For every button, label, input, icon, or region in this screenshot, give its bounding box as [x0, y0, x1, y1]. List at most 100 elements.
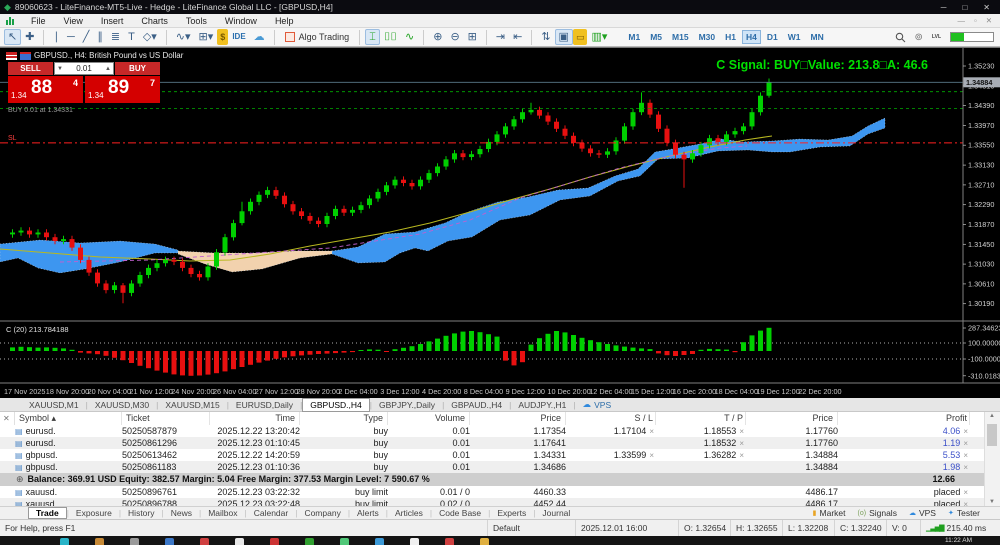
chart-tab-gbpusd-h4[interactable]: GBPUSD.,H4	[302, 398, 370, 412]
remove-icon[interactable]: ×	[963, 463, 968, 472]
chart-menu-icon[interactable]	[6, 52, 17, 60]
channel-icon[interactable]: ∥	[93, 29, 107, 45]
column-header-sl[interactable]: S / L	[566, 412, 656, 425]
timeframe-m1[interactable]: M1	[624, 30, 644, 44]
bottom-tab-articles[interactable]: Articles	[388, 508, 430, 518]
bottom-tab-experts[interactable]: Experts	[490, 508, 533, 518]
zoom-out-icon[interactable]: ⊖	[446, 29, 463, 45]
taskbar-app-icon[interactable]	[200, 538, 209, 545]
toolbox-scrollbar[interactable]: ▲ ▼	[984, 412, 1000, 506]
bottom-tab-trade[interactable]: Trade	[28, 507, 67, 519]
scroll-up-icon[interactable]: ▲	[989, 413, 995, 419]
taskbar-app-icon[interactable]	[165, 538, 174, 545]
remove-icon[interactable]: ×	[739, 451, 744, 460]
fibo-icon[interactable]: ≣	[107, 29, 124, 45]
taskbar-app-icon[interactable]	[480, 538, 489, 545]
cloud-icon[interactable]: ☁	[250, 29, 269, 45]
chart-tab-xauusd-m30[interactable]: XAUUSD,M30	[88, 399, 156, 411]
bottom-tab-calendar[interactable]: Calendar	[247, 508, 296, 518]
volume-stepper[interactable]: ▼ 0.01 ▲	[54, 62, 114, 75]
table-row[interactable]: ▤eurusd.502505878792025.12.22 13:20:42bu…	[0, 425, 985, 437]
menu-item-window[interactable]: Window	[216, 16, 266, 26]
timeframe-h1[interactable]: H1	[721, 30, 740, 44]
remove-icon[interactable]: ×	[963, 439, 968, 448]
chart-tab-xauusd-m15[interactable]: XAUUSD,M15	[158, 399, 226, 411]
menu-item-charts[interactable]: Charts	[132, 16, 177, 26]
bottom-tab-news[interactable]: News	[164, 508, 199, 518]
account-icon[interactable]: ⊚	[915, 32, 923, 43]
chart-tab-gbpjpy-daily[interactable]: GBPJPY.,Daily	[372, 399, 442, 411]
minimize-button[interactable]: ─	[941, 3, 947, 12]
profile-cell[interactable]: Default	[487, 520, 575, 536]
close-button[interactable]: ✕	[983, 3, 990, 12]
hline-icon[interactable]: ─	[63, 29, 79, 45]
scroll-thumb[interactable]	[987, 424, 997, 446]
bottom-tab-code-base[interactable]: Code Base	[432, 508, 488, 518]
chart-window-icon[interactable]	[20, 52, 31, 60]
column-header-tp[interactable]: T / P	[656, 412, 746, 425]
chart-tab-audjpy-h1[interactable]: AUDJPY.,H1	[511, 399, 573, 411]
remove-icon[interactable]: ×	[739, 439, 744, 448]
stats-icon[interactable]: ▥▾	[587, 29, 611, 45]
shortcut-tester[interactable]: ✦Tester	[948, 508, 980, 518]
table-row[interactable]: ▤xauusd.502508967612025.12.23 03:22:32bu…	[0, 486, 985, 498]
column-header-symbol[interactable]: Symbol ▴	[15, 412, 122, 425]
taskbar-app-icon[interactable]	[375, 538, 384, 545]
text-icon[interactable]: T	[124, 29, 139, 45]
vline-icon[interactable]: ∣	[49, 29, 63, 45]
bottom-tab-exposure[interactable]: Exposure	[69, 508, 119, 518]
menu-item-view[interactable]: View	[55, 16, 92, 26]
taskbar-app-icon[interactable]	[60, 538, 69, 545]
objects-icon[interactable]: ⊞▾	[195, 29, 218, 45]
taskbar-app-icon[interactable]	[95, 538, 104, 545]
bid-price-box[interactable]: 1.34 88 4	[8, 76, 83, 103]
timeframe-mn[interactable]: MN	[806, 30, 827, 44]
shift-end-icon[interactable]: ⇥	[492, 29, 509, 45]
child-restore-button[interactable]: ▫	[974, 16, 977, 25]
algo-trading-button[interactable]: Algo Trading	[280, 31, 355, 43]
linechart-icon[interactable]: ∿	[401, 29, 418, 45]
remove-icon[interactable]: ×	[649, 427, 654, 436]
auto-scroll-icon[interactable]: ⇅	[537, 29, 554, 45]
cursor-icon[interactable]: ↖	[4, 29, 21, 45]
bars-icon[interactable]: ⌶	[365, 29, 380, 45]
taskbar-app-icon[interactable]	[235, 538, 244, 545]
table-row[interactable]: ▤xauusd.502508967882025.12.23 03:22:48bu…	[0, 498, 985, 506]
chart-tab-gbpaud-h4[interactable]: GBPAUD.,H4	[444, 399, 509, 411]
maximize-button[interactable]: □	[962, 3, 967, 12]
sell-button[interactable]: SELL	[8, 62, 53, 75]
taskbar-app-icon[interactable]	[410, 538, 419, 545]
bottom-tab-journal[interactable]: Journal	[535, 508, 577, 518]
dollar-icon[interactable]: $	[217, 29, 228, 45]
menu-item-file[interactable]: File	[22, 16, 55, 26]
timeframe-w1[interactable]: W1	[784, 30, 805, 44]
taskbar-app-icon[interactable]	[340, 538, 349, 545]
candles-icon[interactable]: ⌷⌷	[380, 29, 401, 45]
column-header-time[interactable]: Time	[210, 412, 300, 425]
bottom-tab-alerts[interactable]: Alerts	[350, 508, 386, 518]
bottom-tab-mailbox[interactable]: Mailbox	[201, 508, 244, 518]
menu-item-help[interactable]: Help	[266, 16, 303, 26]
timeframe-m5[interactable]: M5	[646, 30, 666, 44]
chart-tab-vps[interactable]: ☁VPS	[576, 399, 619, 410]
remove-icon[interactable]: ×	[963, 427, 968, 436]
timeframe-m30[interactable]: M30	[695, 30, 720, 44]
menu-item-tools[interactable]: Tools	[177, 16, 216, 26]
shortcut-signals[interactable]: (o)Signals	[858, 508, 897, 518]
buy-button[interactable]: BUY	[115, 62, 160, 75]
table-row[interactable]: ▤gbpusd.502506134622025.12.22 14:20:59bu…	[0, 449, 985, 461]
child-close-button[interactable]: ✕	[986, 16, 992, 25]
shortcut-market[interactable]: ▮Market	[813, 508, 846, 518]
volume-up-icon[interactable]: ▲	[103, 66, 113, 72]
timeframe-h4[interactable]: H4	[742, 30, 761, 44]
remove-icon[interactable]: ×	[649, 451, 654, 460]
taskbar-app-icon[interactable]	[270, 538, 279, 545]
volume-down-icon[interactable]: ▼	[55, 66, 65, 72]
folder-icon[interactable]: ▭	[573, 29, 588, 45]
search-icon[interactable]	[895, 32, 906, 43]
column-header-cur[interactable]: Price	[746, 412, 838, 425]
menu-item-insert[interactable]: Insert	[92, 16, 133, 26]
scroll-down-icon[interactable]: ▼	[989, 499, 995, 505]
chart-tab-eurusd-daily[interactable]: EURUSD,Daily	[229, 399, 300, 411]
table-row[interactable]: ▤gbpusd.502508611832025.12.23 01:10:36bu…	[0, 461, 985, 473]
